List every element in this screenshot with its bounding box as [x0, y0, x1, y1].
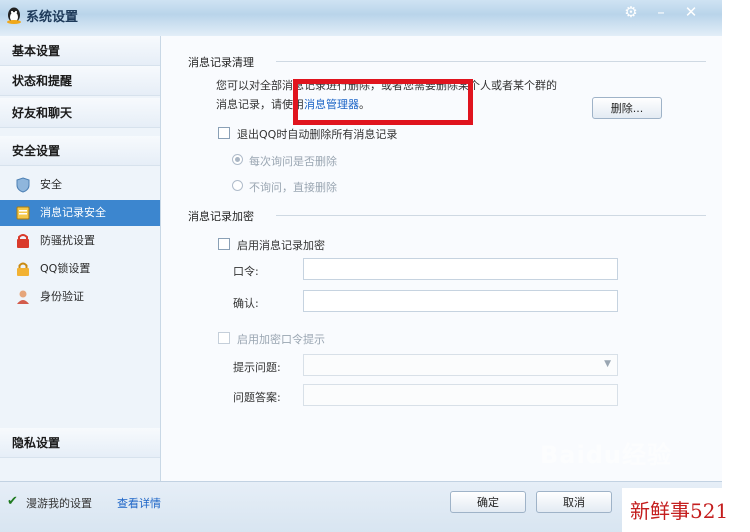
- ok-button[interactable]: 确定: [450, 491, 526, 513]
- corner-tag: 新鲜事521: [622, 488, 750, 532]
- hint-question-label: 提示问题:: [233, 361, 281, 374]
- view-details-link[interactable]: 查看详情: [117, 495, 161, 511]
- hint-answer-field[interactable]: [303, 384, 618, 406]
- sidebar-item-privacy[interactable]: 隐私设置: [0, 428, 160, 458]
- password-field[interactable]: [303, 258, 618, 280]
- sidebar-item-label: 身份验证: [40, 290, 84, 303]
- auto-delete-checkbox[interactable]: [218, 127, 230, 139]
- auto-delete-label: 退出QQ时自动删除所有消息记录: [237, 128, 398, 141]
- footer-bar: ✔ 漫游我的设置 查看详情 确定 取消: [0, 481, 722, 532]
- section-divider: [276, 61, 706, 62]
- minimize-icon[interactable]: –: [649, 2, 673, 22]
- shield-icon: [16, 177, 30, 193]
- checkmark-icon[interactable]: ✔: [7, 494, 18, 509]
- anti-harass-icon: [17, 234, 29, 248]
- enable-encrypt-checkbox[interactable]: [218, 238, 230, 250]
- highlight-annotation-box: [293, 79, 473, 125]
- sidebar-item-label: 安全: [40, 178, 62, 191]
- sidebar-item-security-settings[interactable]: 安全设置: [0, 136, 160, 166]
- sidebar-item-label: 消息记录安全: [40, 206, 106, 219]
- sidebar-item-identity[interactable]: 身份验证: [0, 284, 160, 310]
- cleanup-section-title: 消息记录清理: [188, 56, 254, 69]
- delete-button[interactable]: 删除...: [592, 97, 662, 119]
- sidebar-item-status[interactable]: 状态和提醒: [0, 66, 160, 96]
- desc-text: 消息记录，请使用: [216, 98, 304, 111]
- corner-tag-text: 新鲜事521: [630, 499, 729, 523]
- hint-question-input[interactable]: [304, 355, 617, 375]
- message-record-icon: [16, 206, 30, 220]
- sync-settings-label: 漫游我的设置: [26, 497, 92, 510]
- sidebar-item-basic[interactable]: 基本设置: [0, 36, 160, 66]
- delete-directly-radio[interactable]: [232, 180, 243, 191]
- close-icon[interactable]: ✕: [679, 2, 703, 22]
- user-verify-icon: [17, 290, 29, 304]
- baidu-watermark: Baidu经验: [540, 441, 672, 469]
- ask-before-delete-radio[interactable]: [232, 154, 243, 165]
- hint-question-select[interactable]: ▼: [303, 354, 618, 376]
- lock-icon: [17, 262, 29, 276]
- settings-window: 系统设置 ⚙ – ✕ 基本设置 状态和提醒 好友和聊天 安全设置 安全 消息记录…: [0, 0, 722, 532]
- confirm-field[interactable]: [303, 290, 618, 312]
- confirm-label: 确认:: [233, 297, 259, 310]
- sidebar-item-friends[interactable]: 好友和聊天: [0, 98, 160, 128]
- ask-before-delete-label: 每次询问是否删除: [249, 155, 337, 168]
- window-title: 系统设置: [26, 10, 79, 25]
- sidebar-item-label: 防骚扰设置: [40, 234, 95, 247]
- hint-answer-input[interactable]: [304, 385, 617, 405]
- password-input[interactable]: [304, 259, 617, 279]
- hint-answer-label: 问题答案:: [233, 391, 281, 404]
- delete-directly-label: 不询问，直接删除: [249, 181, 337, 194]
- sidebar-item-label: QQ锁设置: [40, 262, 91, 275]
- sidebar-item-message-security[interactable]: 消息记录安全: [0, 200, 160, 226]
- password-hint-checkbox[interactable]: [218, 332, 230, 344]
- encrypt-section-title: 消息记录加密: [188, 210, 254, 223]
- sidebar-item-qq-lock[interactable]: QQ锁设置: [0, 256, 160, 282]
- password-hint-label: 启用加密口令提示: [237, 333, 325, 346]
- enable-encrypt-label: 启用消息记录加密: [237, 239, 325, 252]
- gear-icon[interactable]: ⚙: [619, 2, 643, 22]
- chevron-down-icon: ▼: [604, 359, 611, 369]
- sidebar-item-anti-harass[interactable]: 防骚扰设置: [0, 228, 160, 254]
- confirm-input[interactable]: [304, 291, 617, 311]
- sidebar: 基本设置 状态和提醒 好友和聊天 安全设置 安全 消息记录安全 防骚扰设置 QQ…: [0, 36, 161, 481]
- title-bar[interactable]: 系统设置 ⚙ – ✕: [0, 0, 722, 36]
- qq-penguin-icon: [7, 7, 21, 24]
- section-divider: [276, 215, 706, 216]
- sidebar-item-security[interactable]: 安全: [0, 172, 160, 198]
- cancel-button[interactable]: 取消: [536, 491, 612, 513]
- password-label: 口令:: [233, 265, 259, 278]
